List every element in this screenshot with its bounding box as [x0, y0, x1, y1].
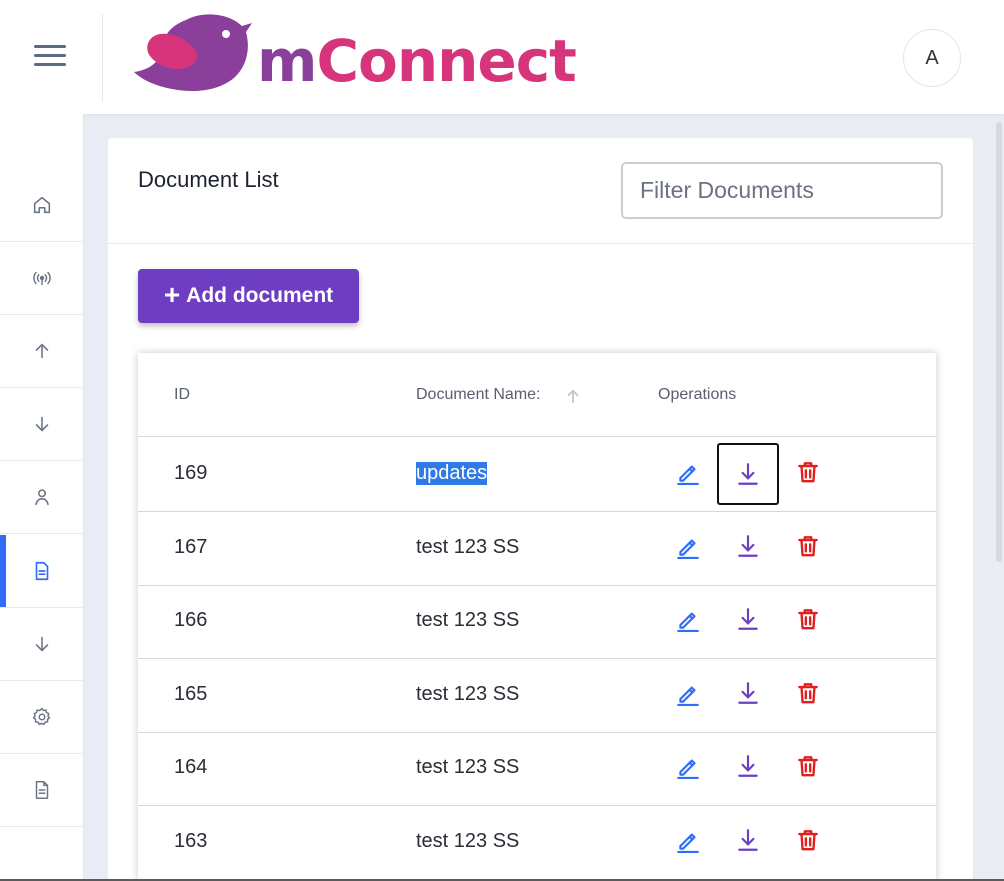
column-header-operations: Operations — [658, 386, 737, 403]
plus-icon: + — [163, 279, 181, 310]
table-header: ID Document Name: Operations — [138, 353, 936, 437]
download-icon — [738, 608, 758, 631]
document-name-cell: updates — [416, 462, 488, 485]
add-document-button[interactable]: + Add document — [138, 269, 359, 323]
home-icon — [33, 196, 51, 214]
delete-document-button[interactable] — [784, 816, 832, 864]
edit-pencil-icon — [677, 833, 699, 853]
sidebar — [0, 114, 84, 881]
sidebar-item-users[interactable] — [0, 461, 84, 534]
trash-icon — [798, 682, 818, 704]
document-id-cell: 169 — [174, 462, 208, 484]
table-row: 166 test 123 SS — [138, 585, 936, 660]
edit-pencil-icon — [677, 686, 699, 706]
delete-document-button[interactable] — [784, 595, 832, 643]
filter-documents-input[interactable] — [621, 162, 943, 219]
hamburger-menu-icon[interactable] — [34, 43, 68, 69]
trash-icon — [798, 756, 818, 777]
table-row: 169 updates — [138, 438, 936, 512]
table-row: 164 test 123 SS — [138, 732, 936, 807]
card-divider — [108, 243, 973, 244]
download-document-button[interactable] — [724, 669, 772, 717]
sidebar-item-download[interactable] — [0, 388, 84, 461]
download-icon — [738, 755, 758, 778]
edit-document-button[interactable] — [664, 816, 712, 864]
page-title: Document List — [138, 167, 279, 192]
page-scrollbar[interactable] — [996, 122, 1002, 562]
edit-pencil-icon — [677, 465, 699, 485]
document-id-cell: 165 — [174, 682, 208, 705]
edit-pencil-icon — [677, 539, 699, 559]
delete-document-button[interactable] — [784, 448, 832, 496]
table-row: 163 test 123 SS — [138, 806, 936, 880]
sort-arrow-up-icon[interactable] — [564, 387, 582, 405]
edit-pencil-icon — [677, 759, 699, 780]
add-document-label: Add document — [186, 284, 334, 307]
gear-icon — [32, 707, 51, 726]
download-icon — [738, 829, 758, 851]
download-document-button[interactable] — [717, 443, 779, 505]
edit-document-button[interactable] — [664, 595, 712, 643]
mconnect-logo[interactable]: mConnect — [134, 12, 584, 102]
document-id-cell: 167 — [174, 535, 208, 558]
sidebar-item-home[interactable] — [0, 169, 84, 242]
document-name-cell: test 123 SS — [416, 830, 520, 852]
edit-document-button[interactable] — [664, 742, 712, 790]
edit-document-button[interactable] — [664, 669, 712, 717]
document-id-cell: 166 — [174, 609, 208, 632]
sidebar-item-broadcast[interactable] — [0, 242, 84, 315]
sidebar-item-reports[interactable] — [0, 754, 84, 827]
user-avatar[interactable]: A — [903, 29, 961, 87]
download-document-button[interactable] — [724, 816, 772, 864]
download-document-button[interactable] — [724, 595, 772, 643]
column-header-document-name[interactable]: Document Name: — [416, 386, 541, 404]
document-icon — [35, 781, 49, 799]
bird-logo-icon — [134, 14, 252, 92]
document-name-cell: test 123 SS — [416, 609, 520, 632]
sidebar-item-settings[interactable] — [0, 681, 84, 754]
document-list-card: Document List + Add document ID Document… — [108, 138, 973, 881]
document-name-cell: test 123 SS — [416, 535, 520, 558]
trash-icon — [798, 535, 818, 556]
logo-text: mConnect — [257, 27, 577, 95]
trash-icon — [798, 609, 818, 630]
arrow-down-icon — [35, 416, 49, 432]
table-row: 165 test 123 SS — [138, 659, 936, 733]
document-name-cell: test 123 SS — [416, 756, 520, 779]
edit-pencil-icon — [677, 612, 699, 633]
sidebar-item-download-2[interactable] — [0, 608, 84, 681]
download-icon — [738, 534, 758, 557]
delete-document-button[interactable] — [784, 522, 832, 570]
table-row: 167 test 123 SS — [138, 512, 936, 586]
trash-icon — [798, 462, 818, 483]
documents-table: ID Document Name: Operations 169 updates 1… — [138, 353, 936, 881]
arrow-up-icon — [35, 343, 49, 359]
download-icon — [738, 463, 758, 485]
document-icon — [35, 561, 49, 581]
arrow-down-icon — [35, 636, 49, 652]
document-id-cell: 164 — [174, 756, 208, 779]
header-divider — [102, 14, 103, 102]
trash-icon — [798, 830, 818, 851]
delete-document-button[interactable] — [784, 669, 832, 717]
edit-document-button[interactable] — [664, 448, 712, 496]
top-header: mConnect A — [0, 0, 1004, 114]
sidebar-item-documents[interactable] — [0, 535, 84, 608]
edit-document-button[interactable] — [664, 522, 712, 570]
broadcast-icon — [33, 271, 51, 286]
column-header-id[interactable]: ID — [174, 386, 190, 404]
sidebar-item-upload[interactable] — [0, 315, 84, 388]
document-name-cell: test 123 SS — [416, 682, 520, 705]
download-icon — [738, 681, 758, 704]
user-icon — [35, 489, 49, 506]
delete-document-button[interactable] — [784, 742, 832, 790]
document-id-cell: 163 — [174, 830, 208, 852]
download-document-button[interactable] — [724, 522, 772, 570]
download-document-button[interactable] — [724, 742, 772, 790]
